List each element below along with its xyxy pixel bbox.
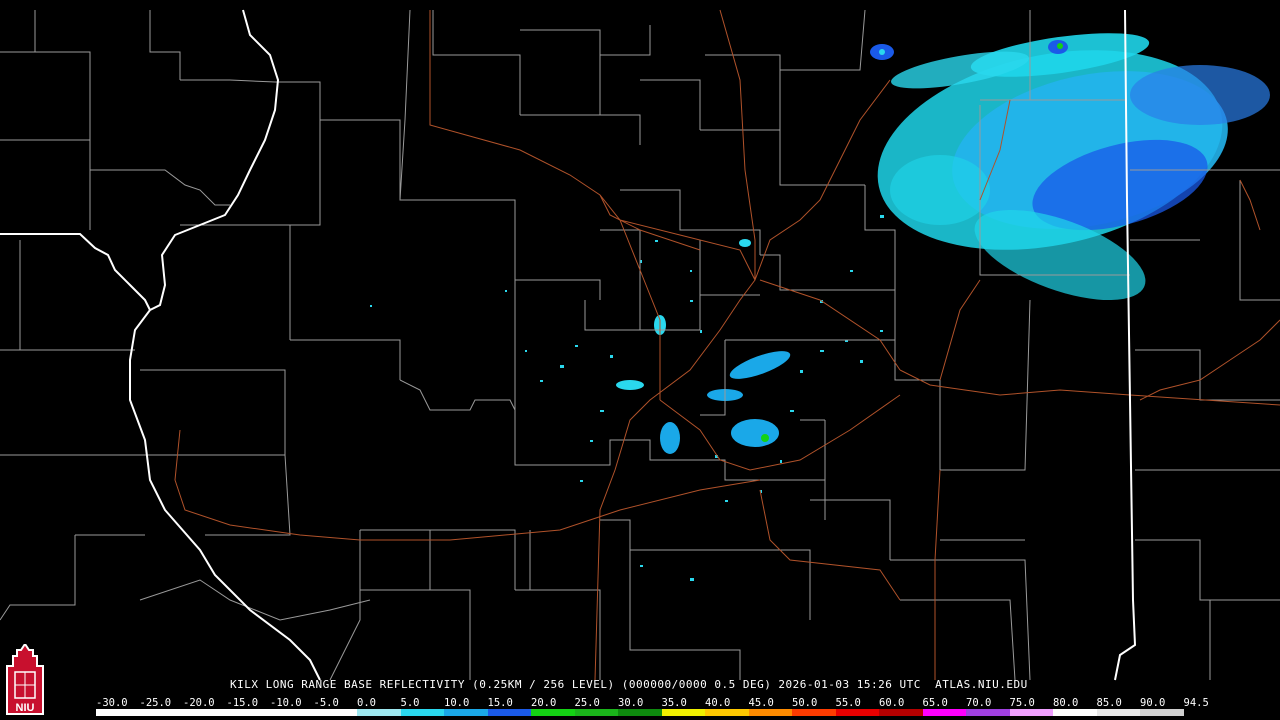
colorbar-label: 0.0	[357, 697, 376, 709]
colorbar-label: -20.0	[183, 697, 215, 709]
colorbar-label: 45.0	[748, 697, 774, 709]
radar-map	[0, 0, 1280, 720]
colorbar-label: -30.0	[96, 697, 128, 709]
colorbar-label: 10.0	[444, 697, 470, 709]
colorbar-label: 60.0	[879, 697, 905, 709]
colorbar-swatch	[226, 709, 271, 716]
colorbar-swatch	[1053, 709, 1097, 716]
colorbar-swatch	[313, 709, 358, 716]
colorbar-label: 85.0	[1096, 697, 1122, 709]
colorbar-label: 50.0	[792, 697, 818, 709]
colorbar-swatch	[96, 709, 140, 716]
colorbar-swatch	[618, 709, 662, 716]
reflectivity-colorbar	[96, 709, 1184, 716]
colorbar-swatch	[1140, 709, 1184, 716]
colorbar-swatch	[487, 709, 532, 716]
colorbar-swatch	[705, 709, 749, 716]
colorbar-label: 30.0	[618, 697, 644, 709]
colorbar-label: 75.0	[1009, 697, 1035, 709]
colorbar-label: 20.0	[531, 697, 557, 709]
colorbar-swatch	[748, 709, 793, 716]
colorbar-label: 80.0	[1053, 697, 1079, 709]
colorbar-label: 90.0	[1140, 697, 1166, 709]
colorbar-label: 94.5	[1183, 697, 1209, 709]
colorbar-swatch	[1096, 709, 1141, 716]
colorbar-label: -15.0	[226, 697, 259, 709]
colorbar-swatch	[661, 709, 706, 716]
product-caption: KILX LONG RANGE BASE REFLECTIVITY (0.25K…	[230, 678, 1028, 691]
colorbar-label: 35.0	[661, 697, 687, 709]
colorbar-label: 55.0	[835, 697, 861, 709]
colorbar-swatch	[966, 709, 1010, 716]
colorbar-label: 65.0	[922, 697, 948, 709]
colorbar-swatch	[531, 709, 575, 716]
colorbar-swatch	[574, 709, 619, 716]
colorbar-label: -5.0	[313, 697, 339, 709]
colorbar-label: 5.0	[400, 697, 420, 709]
colorbar-swatch	[139, 709, 184, 716]
colorbar-swatch	[1009, 709, 1054, 716]
colorbar-swatch	[792, 709, 836, 716]
colorbar-swatch	[400, 709, 445, 716]
colorbar-swatch	[183, 709, 227, 716]
colorbar-labels: -30.0 -25.0 -20.0 -15.0 -10.0 -5.0 0.0 5.0 10.0 1…	[96, 697, 1209, 709]
colorbar-swatch	[879, 709, 923, 716]
colorbar-swatch	[835, 709, 880, 716]
logo-text: NIU	[16, 702, 35, 714]
colorbar-label: 40.0	[705, 697, 731, 709]
colorbar-swatch	[357, 709, 401, 716]
colorbar-label: 15.0	[487, 697, 513, 709]
colorbar-swatch	[444, 709, 488, 716]
niu-logo: NIU	[6, 644, 44, 715]
colorbar-swatch	[922, 709, 967, 716]
colorbar-label: -10.0	[270, 697, 302, 709]
colorbar-swatch	[270, 709, 314, 716]
colorbar-label: -25.0	[139, 697, 172, 709]
colorbar-label: 70.0	[966, 697, 992, 709]
colorbar-label: 25.0	[574, 697, 600, 709]
